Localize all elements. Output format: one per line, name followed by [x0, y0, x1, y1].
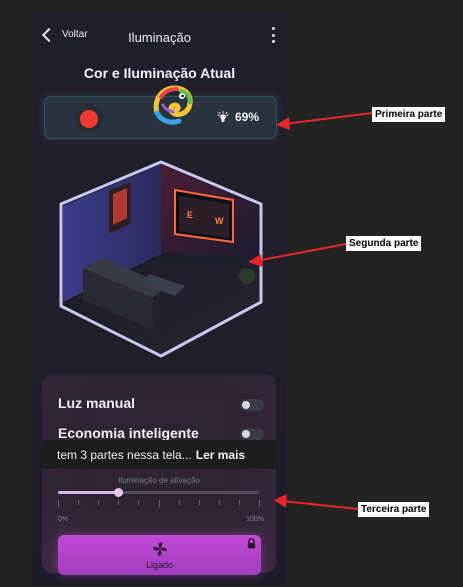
annotation-second-part: Segunda parte: [346, 236, 422, 251]
annotation-arrows: [248, 112, 373, 510]
annotation-first-part: Primeira parte: [372, 107, 446, 122]
annotation-third-part: Terceira parte: [358, 502, 430, 517]
